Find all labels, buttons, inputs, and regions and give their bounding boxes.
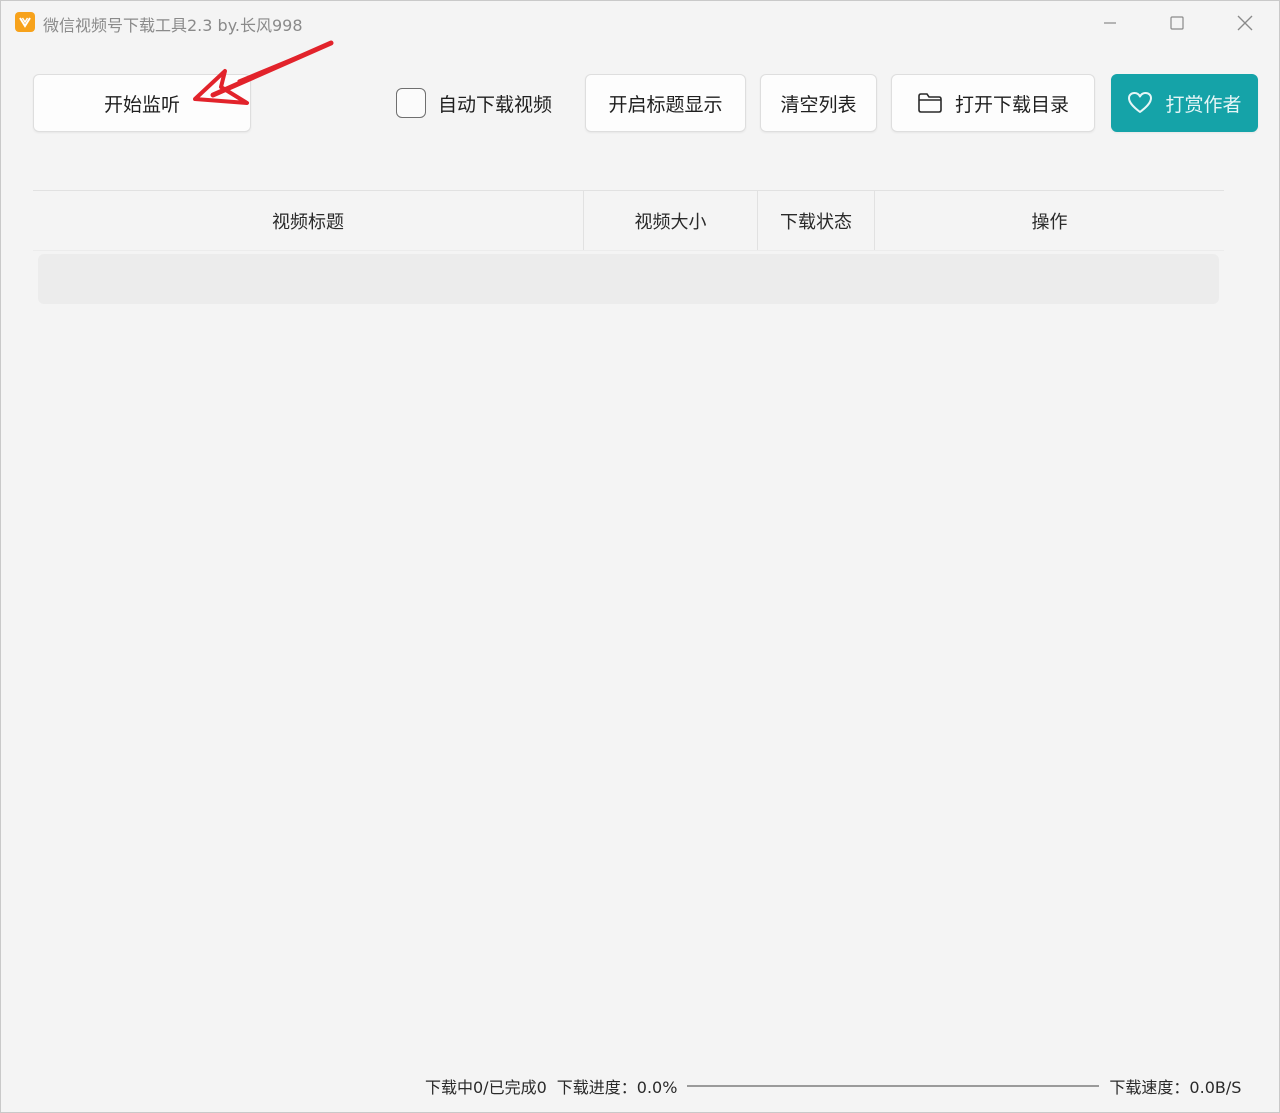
download-speed: 下载速度：0.0B/S (1109, 1078, 1242, 1097)
checkbox-box[interactable] (396, 88, 426, 118)
auto-download-label: 自动下载视频 (438, 93, 553, 116)
clear-list-button[interactable]: 清空列表 (760, 74, 877, 132)
close-icon (1237, 15, 1253, 31)
table-empty-row (38, 254, 1219, 304)
heart-icon (1128, 92, 1153, 113)
column-header-status[interactable]: 下载状态 (758, 191, 875, 250)
download-progress-text: 下载进度：0.0% (556, 1078, 678, 1097)
table-header: 视频标题 视频大小 下载状态 操作 (33, 190, 1224, 251)
donate-label: 打赏作者 (1165, 93, 1242, 116)
download-counts: 下载中0/已完成0 (425, 1078, 547, 1097)
column-header-operations[interactable]: 操作 (875, 191, 1224, 250)
minimize-icon (1104, 22, 1116, 24)
column-header-size[interactable]: 视频大小 (584, 191, 758, 250)
donate-button[interactable]: 打赏作者 (1111, 74, 1258, 132)
open-download-dir-label: 打开下载目录 (954, 93, 1069, 116)
show-title-label: 开启标题显示 (608, 93, 723, 116)
progress-bar (687, 1085, 1100, 1087)
close-button[interactable] (1222, 7, 1268, 39)
auto-download-checkbox[interactable]: 自动下载视频 (396, 87, 552, 119)
maximize-button[interactable] (1154, 7, 1200, 39)
app-window: 微信视频号下载工具2.3 by.长风998 开始监听 自动下载视频 开启标题显示… (0, 0, 1280, 1113)
clear-list-label: 清空列表 (780, 93, 857, 116)
maximize-icon (1170, 16, 1184, 30)
show-title-button[interactable]: 开启标题显示 (585, 74, 746, 132)
open-download-dir-button[interactable]: 打开下载目录 (891, 74, 1095, 132)
column-header-title[interactable]: 视频标题 (33, 191, 584, 250)
window-title: 微信视频号下载工具2.3 by.长风998 (43, 16, 303, 35)
red-arrow-annotation (193, 40, 334, 105)
folder-icon (918, 93, 942, 113)
start-listening-label: 开始监听 (103, 93, 180, 116)
minimize-button[interactable] (1087, 7, 1133, 39)
app-logo-icon (15, 12, 35, 32)
status-bar: 下载中0/已完成0 下载进度：0.0% 下载速度：0.0B/S (425, 1073, 1241, 1099)
